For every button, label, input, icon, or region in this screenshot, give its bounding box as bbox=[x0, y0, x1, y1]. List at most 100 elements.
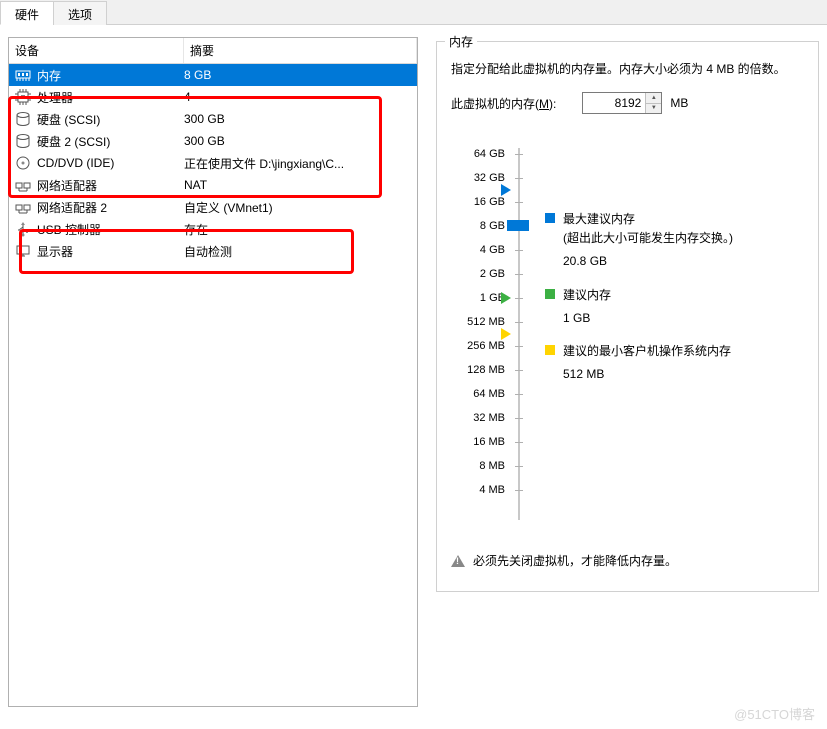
table-row[interactable]: USB 控制器 存在 bbox=[9, 218, 417, 240]
disk-icon bbox=[15, 133, 31, 149]
col-summary[interactable]: 摘要 bbox=[184, 38, 417, 63]
tick-mark bbox=[515, 274, 523, 275]
usb-icon bbox=[15, 221, 31, 237]
device-summary: 300 GB bbox=[184, 112, 413, 126]
legend-rec-label: 建议内存 bbox=[563, 286, 611, 305]
tick-mark bbox=[515, 466, 523, 467]
device-summary: NAT bbox=[184, 178, 413, 192]
group-title: 内存 bbox=[445, 33, 477, 50]
device-name: 处理器 bbox=[37, 89, 73, 106]
tick-label: 16 MB bbox=[451, 430, 505, 454]
tick-mark bbox=[515, 418, 523, 419]
device-name: 硬盘 (SCSI) bbox=[37, 111, 100, 128]
legend-max-note: (超出此大小可能发生内存交换。) bbox=[563, 229, 733, 248]
device-summary: 正在使用文件 D:\jingxiang\C... bbox=[184, 155, 413, 172]
table-header: 设备 摘要 bbox=[9, 38, 417, 64]
slider-tick-labels: 64 GB32 GB16 GB8 GB4 GB2 GB1 GB512 MB256… bbox=[451, 142, 505, 502]
cd-icon bbox=[15, 155, 31, 171]
col-device[interactable]: 设备 bbox=[9, 38, 184, 63]
legend-max-value: 20.8 GB bbox=[563, 252, 733, 271]
device-summary: 4 bbox=[184, 90, 413, 104]
tick-mark bbox=[515, 490, 523, 491]
legend-min-value: 512 MB bbox=[563, 365, 733, 384]
table-row[interactable]: 内存 8 GB bbox=[9, 64, 417, 86]
tick-label: 8 GB bbox=[451, 214, 505, 238]
table-row[interactable]: 网络适配器 2 自定义 (VMnet1) bbox=[9, 196, 417, 218]
tick-mark bbox=[515, 394, 523, 395]
tick-mark bbox=[515, 250, 523, 251]
tick-mark bbox=[515, 370, 523, 371]
device-name: CD/DVD (IDE) bbox=[37, 156, 114, 170]
legend-max-label: 最大建议内存 bbox=[563, 210, 733, 229]
device-summary: 自动检测 bbox=[184, 243, 413, 260]
marker-max bbox=[501, 184, 511, 196]
device-name: 网络适配器 bbox=[37, 177, 97, 194]
table-row[interactable]: 显示器 自动检测 bbox=[9, 240, 417, 262]
table-row[interactable]: CD/DVD (IDE) 正在使用文件 D:\jingxiang\C... bbox=[9, 152, 417, 174]
table-row[interactable]: 硬盘 2 (SCSI) 300 GB bbox=[9, 130, 417, 152]
tick-mark bbox=[515, 154, 523, 155]
tick-mark bbox=[515, 346, 523, 347]
slider-track bbox=[518, 148, 520, 520]
memory-input[interactable] bbox=[583, 93, 645, 113]
device-summary: 自定义 (VMnet1) bbox=[184, 199, 413, 216]
device-rows: 内存 8 GB 处理器 4 硬盘 (SCSI) 300 GB 硬盘 2 (SCS… bbox=[9, 64, 417, 262]
tick-label: 128 MB bbox=[451, 358, 505, 382]
tick-label: 32 GB bbox=[451, 166, 505, 190]
tick-mark bbox=[515, 178, 523, 179]
spinner-down[interactable]: ▼ bbox=[646, 104, 661, 114]
cpu-icon bbox=[15, 89, 31, 105]
swatch-yellow bbox=[545, 345, 555, 355]
device-summary: 300 GB bbox=[184, 134, 413, 148]
device-name: 显示器 bbox=[37, 243, 73, 260]
legend-min-label: 建议的最小客户机操作系统内存 bbox=[563, 342, 731, 361]
device-list-panel: 设备 摘要 内存 8 GB 处理器 4 硬盘 (SCSI) 300 GB 硬盘 … bbox=[8, 37, 418, 707]
tick-label: 16 GB bbox=[451, 190, 505, 214]
device-summary: 8 GB bbox=[184, 68, 413, 82]
table-row[interactable]: 网络适配器 NAT bbox=[9, 174, 417, 196]
tick-label: 64 MB bbox=[451, 382, 505, 406]
warning-icon bbox=[451, 555, 465, 567]
tabs: 硬件 选项 bbox=[0, 0, 827, 25]
warning-text: 必须先关闭虚拟机，才能降低内存量。 bbox=[473, 552, 677, 569]
swatch-green bbox=[545, 289, 555, 299]
tick-label: 4 GB bbox=[451, 238, 505, 262]
memory-groupbox: 内存 指定分配给此虚拟机的内存量。内存大小必须为 4 MB 的倍数。 此虚拟机的… bbox=[436, 41, 819, 592]
spinner-arrows[interactable]: ▲ ▼ bbox=[645, 93, 661, 113]
tab-hardware[interactable]: 硬件 bbox=[0, 1, 54, 25]
tick-mark bbox=[515, 322, 523, 323]
device-summary: 存在 bbox=[184, 221, 413, 238]
net-icon bbox=[15, 177, 31, 193]
spinner-up[interactable]: ▲ bbox=[646, 93, 661, 104]
memory-desc: 指定分配给此虚拟机的内存量。内存大小必须为 4 MB 的倍数。 bbox=[451, 60, 804, 78]
tick-mark bbox=[515, 298, 523, 299]
slider-thumb[interactable] bbox=[507, 220, 529, 231]
tick-label: 512 MB bbox=[451, 310, 505, 334]
memory-spinner[interactable]: ▲ ▼ bbox=[582, 92, 662, 114]
marker-recommended bbox=[501, 292, 511, 304]
device-name: 网络适配器 2 bbox=[37, 199, 107, 216]
tick-label: 2 GB bbox=[451, 262, 505, 286]
watermark: @51CTO博客 bbox=[734, 704, 815, 723]
disk-icon bbox=[15, 111, 31, 127]
tab-options[interactable]: 选项 bbox=[53, 1, 107, 25]
memory-panel: 内存 指定分配给此虚拟机的内存量。内存大小必须为 4 MB 的倍数。 此虚拟机的… bbox=[436, 37, 819, 707]
warning-row: 必须先关闭虚拟机，才能降低内存量。 bbox=[451, 552, 804, 569]
tick-label: 256 MB bbox=[451, 334, 505, 358]
device-name: USB 控制器 bbox=[37, 221, 101, 238]
table-row[interactable]: 硬盘 (SCSI) 300 GB bbox=[9, 108, 417, 130]
memory-input-row: 此虚拟机的内存(M): ▲ ▼ MB bbox=[451, 92, 804, 114]
memory-unit: MB bbox=[670, 96, 688, 110]
table-row[interactable]: 处理器 4 bbox=[9, 86, 417, 108]
swatch-blue bbox=[545, 213, 555, 223]
memory-label: 此虚拟机的内存(M): bbox=[451, 95, 556, 112]
tick-label: 64 GB bbox=[451, 142, 505, 166]
tick-mark bbox=[515, 202, 523, 203]
marker-min bbox=[501, 328, 511, 340]
device-name: 硬盘 2 (SCSI) bbox=[37, 133, 110, 150]
tick-mark bbox=[515, 442, 523, 443]
memory-icon bbox=[15, 67, 31, 83]
display-icon bbox=[15, 243, 31, 259]
memory-slider[interactable] bbox=[513, 142, 525, 526]
tick-label: 8 MB bbox=[451, 454, 505, 478]
